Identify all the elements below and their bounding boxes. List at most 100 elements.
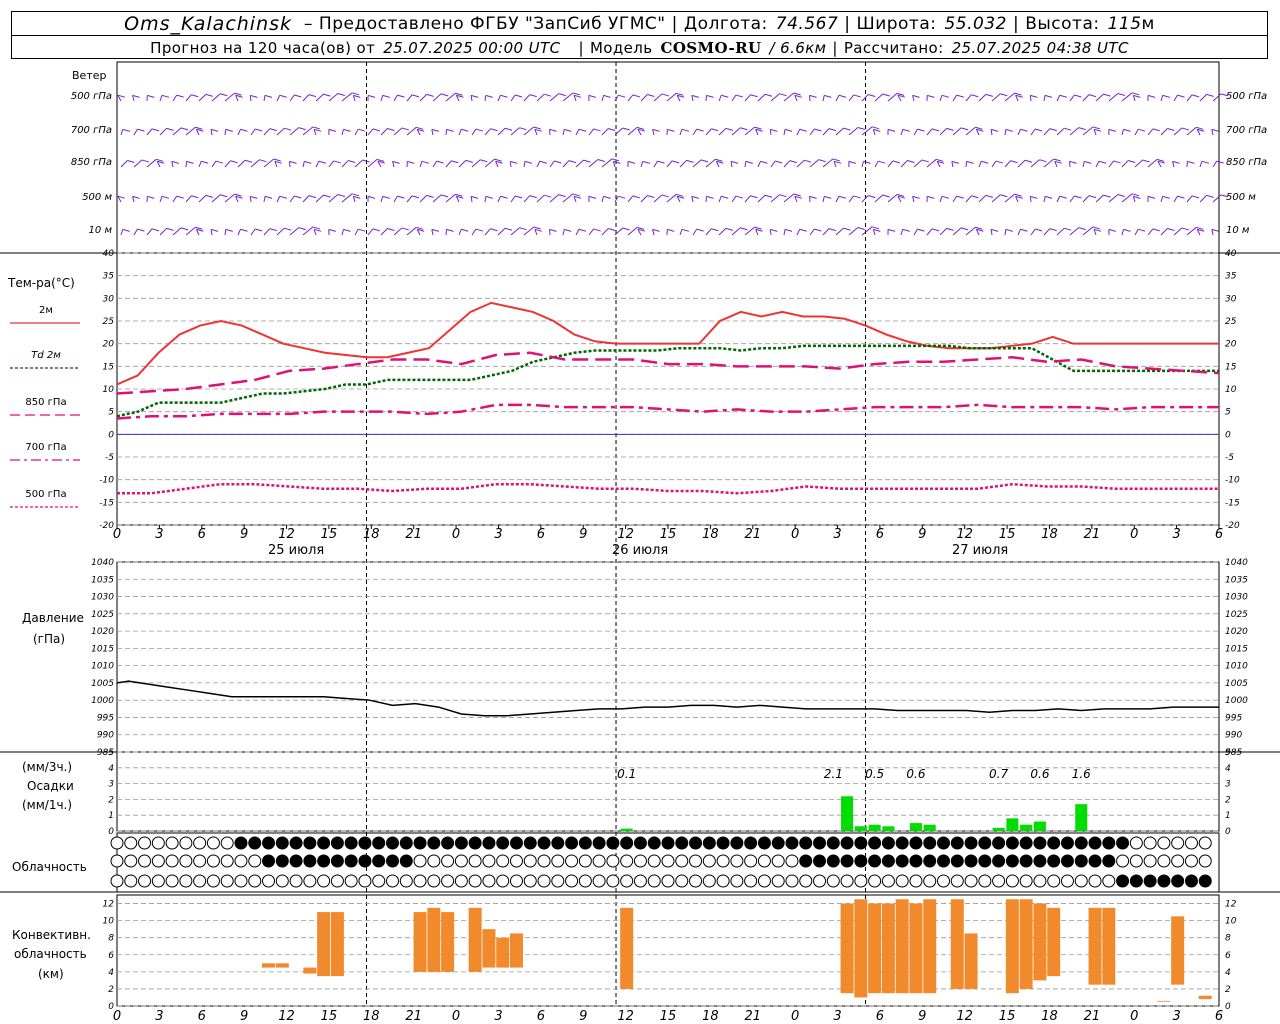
wind-barb — [393, 195, 398, 203]
wind-barb-flag — [490, 128, 498, 132]
cloud-cover-circle — [785, 836, 799, 850]
cloud-cover-circle — [1143, 874, 1157, 888]
wind-barb-flag — [871, 126, 880, 130]
wind-barb-flag — [887, 128, 896, 132]
cloud-cover-circle — [757, 874, 771, 888]
wind-barb-flag — [367, 195, 376, 199]
wind-barb-flag — [514, 195, 523, 199]
temp-ytick-left: -5 — [105, 453, 114, 463]
conv-bar — [275, 963, 289, 968]
conv-ytick-right: 8 — [1225, 934, 1231, 944]
wind-barb-flag — [661, 194, 670, 198]
cloud-cover-circle — [716, 854, 730, 868]
cloud-cover-circle — [992, 874, 1006, 888]
cloud-cover-circle — [1157, 854, 1171, 868]
wind-barb-flag — [985, 194, 993, 198]
wind-barb-flag — [700, 159, 709, 163]
wind-barb — [1029, 95, 1032, 102]
wind-barb — [523, 195, 531, 203]
wind-barb-flag — [828, 228, 837, 232]
wind-barb-flag — [171, 160, 179, 164]
cloud-cover-circle — [633, 836, 647, 850]
wind-level-right: 700 гПа — [1226, 125, 1267, 136]
wind-barb — [1147, 128, 1154, 136]
wind-barb-flag — [289, 160, 297, 164]
wind-barb-flag — [572, 193, 581, 197]
pressure-ytick-left: 1025 — [91, 610, 114, 620]
meteogram-chart: Ветер Тем-ра(°C) Давление (гПа) (мм/3ч.)… — [0, 61, 1280, 1024]
cloud-cover-circle — [730, 854, 744, 868]
wind-barb — [159, 228, 167, 236]
cloud-cover-circle — [413, 836, 427, 850]
wind-barb-flag — [1128, 160, 1136, 164]
wind-barb — [1095, 93, 1104, 102]
wind-barb — [705, 158, 716, 168]
wind-barb-flag — [1177, 94, 1185, 98]
cloud-cover-circle — [730, 836, 744, 850]
wind-barb — [1108, 93, 1119, 102]
cloud-cover-circle — [992, 836, 1006, 850]
cloud-cover-circle — [427, 874, 441, 888]
precip-annotation: 0.1 — [617, 767, 636, 781]
conv-bar — [496, 937, 510, 968]
wind-barb-flag — [725, 127, 733, 131]
precip-title: Осадки — [27, 779, 74, 793]
pressure-ytick-right: 995 — [1225, 713, 1242, 723]
wind-barb-flag — [597, 159, 605, 162]
wind-barb-flag — [240, 128, 248, 132]
wind-barb-flag — [1138, 128, 1146, 132]
wind-barb-flag — [779, 194, 787, 198]
precip-bar — [923, 824, 936, 831]
cloud-cover-circle — [868, 874, 882, 888]
cloud-cover-circle — [1184, 836, 1198, 850]
pressure-ytick-left: 1020 — [91, 627, 114, 637]
cloud-cover-circle — [744, 874, 758, 888]
wind-barb — [731, 94, 737, 102]
cloud-cover-circle — [1129, 836, 1143, 850]
wind-barb-flag — [1059, 195, 1067, 199]
cloud-cover-circle — [854, 874, 868, 888]
wind-barb — [809, 128, 815, 136]
panel-frame-wind — [116, 61, 1220, 254]
wind-barb — [952, 127, 962, 136]
cloud-cover-circle — [1116, 836, 1130, 850]
cloud-cover-circle — [661, 836, 675, 850]
wind-barb-flag — [308, 195, 317, 199]
wind-barb — [1043, 128, 1051, 136]
cloud-cover-circle — [303, 854, 317, 868]
wind-barb-flag — [533, 126, 541, 130]
wind-barb-flag — [1162, 195, 1170, 199]
cloud-cover-circle — [413, 854, 427, 868]
wind-barb — [185, 226, 196, 236]
wind-barb-flag — [1074, 195, 1082, 199]
wind-barb-flag — [1177, 195, 1185, 199]
temp-ytick-right: 10 — [1225, 385, 1237, 395]
wind-barb — [172, 195, 178, 203]
cloud-cover-circle — [1033, 874, 1047, 888]
wind-barb — [432, 194, 442, 203]
cloud-cover-circle — [441, 854, 455, 868]
wind-barb — [510, 94, 516, 102]
wind-barb-flag — [440, 93, 449, 97]
wind-barb-flag — [671, 160, 680, 164]
wind-barb-flag — [824, 195, 832, 199]
wind-barb — [757, 194, 766, 203]
wind-barb — [237, 129, 241, 136]
wind-barb-flag — [504, 127, 513, 131]
cloud-cover-circle — [344, 836, 358, 850]
wind-barb-flag — [264, 195, 273, 199]
wind-barb — [718, 127, 727, 136]
wind-barb-flag — [779, 93, 787, 97]
wind-barb — [497, 227, 506, 236]
wind-barb-flag — [470, 94, 479, 98]
cloud-cover-circle — [937, 874, 950, 888]
wind-barb-flag — [431, 228, 439, 232]
cloud-cover-circle — [1033, 836, 1047, 850]
wind-barb — [835, 227, 844, 236]
wind-barb-flag — [1020, 228, 1028, 232]
wind-barb-flag — [1152, 228, 1160, 232]
wind-barb — [470, 196, 473, 203]
wind-barb-flag — [1078, 227, 1086, 231]
conv-xtick: 18 — [1041, 1009, 1058, 1024]
cloud-cover-circle — [771, 874, 785, 888]
